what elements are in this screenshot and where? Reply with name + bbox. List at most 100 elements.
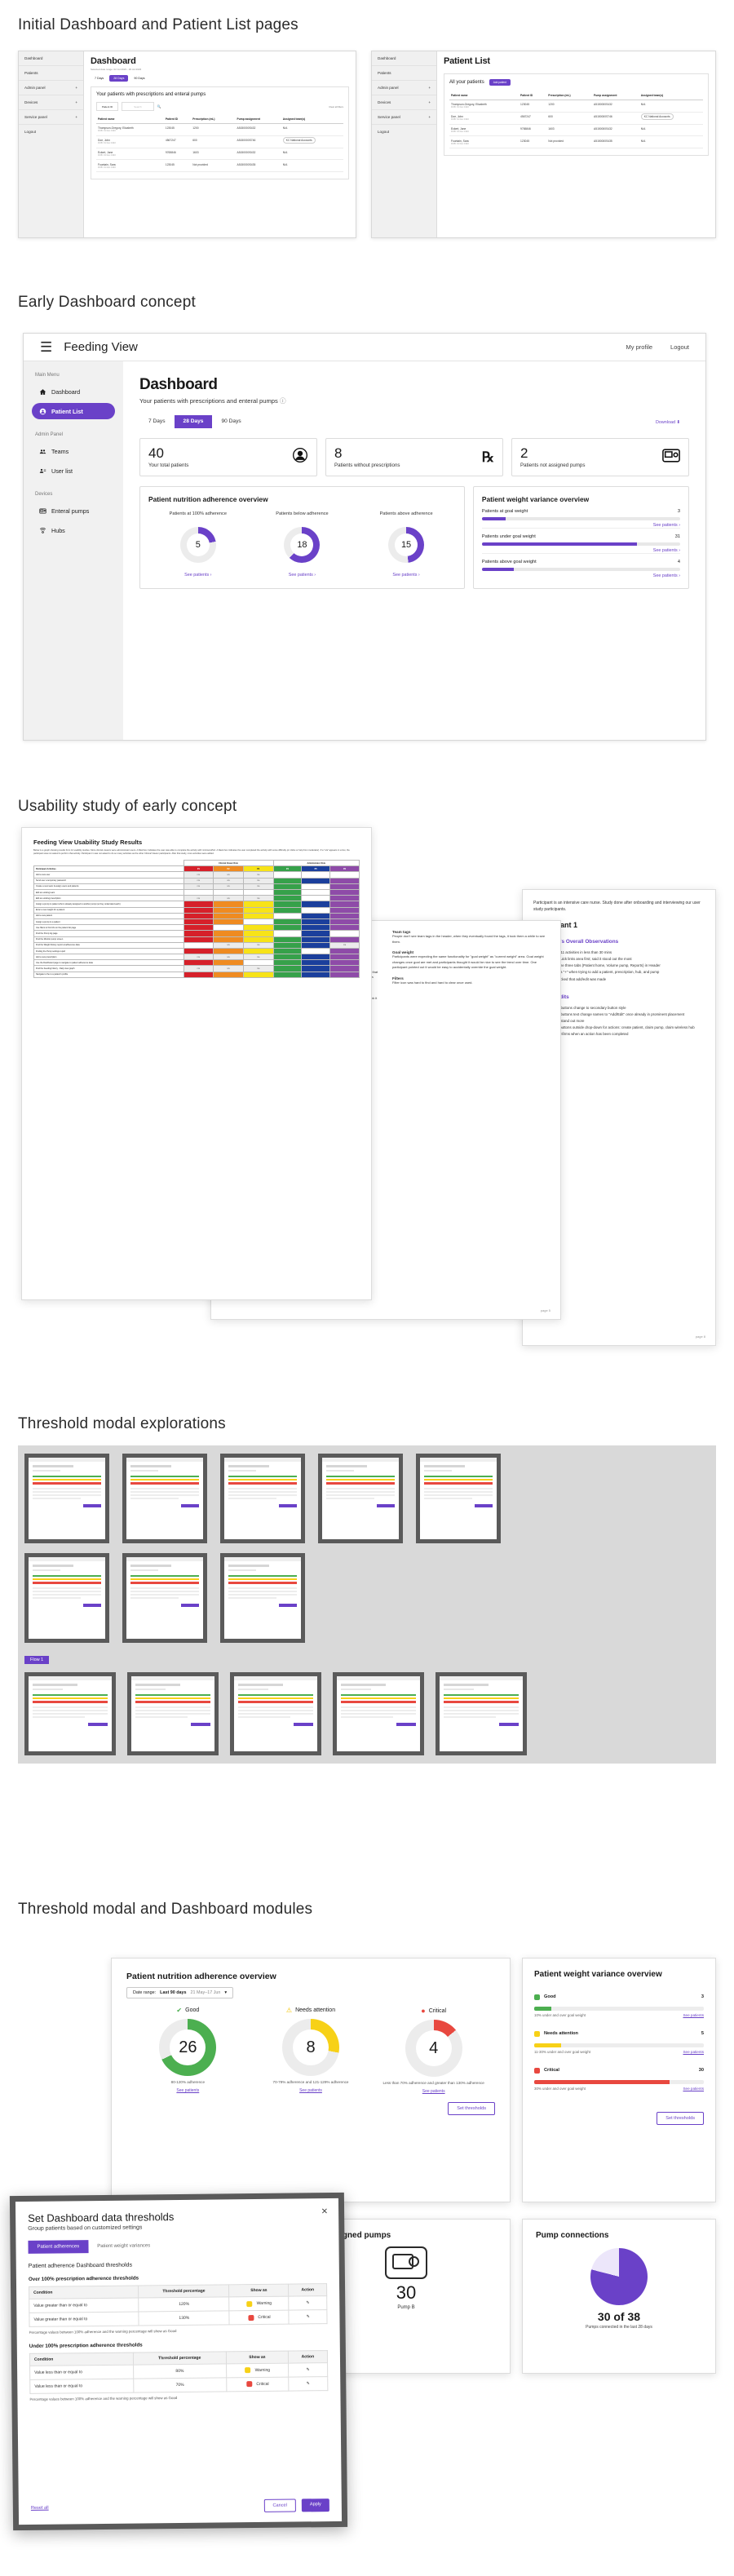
see-patients-link[interactable]: See patients › <box>653 523 680 528</box>
sidebar-item-patients[interactable]: Patients <box>372 66 436 81</box>
download-button[interactable]: Download ⬇ <box>647 415 689 428</box>
table-row[interactable]: Thompson-Gregory, Elizabeth DOB: 01 Dec 1… <box>96 123 343 136</box>
close-icon[interactable]: ✕ <box>321 2207 329 2216</box>
threshold-thumbnail-5[interactable] <box>416 1454 501 1543</box>
sidebar-item-label: Devices <box>24 100 38 104</box>
table-row[interactable]: Doe, John DOB: 01 Dec 1940 4567247 600 A5… <box>449 112 703 125</box>
table-row[interactable]: Doe, John DOB: 01 Dec 1940 4567247 600 A5… <box>96 135 343 148</box>
sidebar-item-devices[interactable]: Devices + <box>372 95 436 110</box>
see-patients-link[interactable]: See patients <box>126 2088 250 2093</box>
date-segment-control[interactable]: 7 Days 28 Days 90 Days Download ⬇ <box>139 415 689 428</box>
sidebar-item-teams[interactable]: Teams <box>32 443 115 459</box>
clear-filters-link[interactable]: Clear all filters <box>329 105 343 108</box>
threshold-thumbnail-3[interactable] <box>220 1454 305 1543</box>
flow-thumbnail-2[interactable] <box>127 1672 219 1755</box>
threshold-thumbnail-8[interactable] <box>220 1553 305 1643</box>
col-pump-assignment[interactable]: Pump assignment <box>235 115 281 124</box>
date-segment-control[interactable]: 7 Days 28 Days 90 Days <box>91 75 349 82</box>
col-patient-id[interactable]: Patient ID <box>163 115 192 124</box>
threshold-thumbnail-6[interactable] <box>24 1553 109 1643</box>
col-prescription[interactable]: Prescription (mL) <box>191 115 236 124</box>
segment-90-days[interactable]: 90 Days <box>130 75 148 82</box>
sidebar-item-enteral-pumps[interactable]: Enteral pumps <box>32 502 115 519</box>
logout-link[interactable]: Logout <box>670 343 689 351</box>
col-assigned-teams[interactable]: Assigned team(s) <box>639 91 703 100</box>
threshold-thumbnail-4[interactable] <box>318 1454 403 1543</box>
threshold-thumbnail-7[interactable] <box>122 1553 207 1643</box>
set-thresholds-button[interactable]: Set thresholds <box>448 2101 495 2115</box>
pencil-icon[interactable]: ✎ <box>288 2362 328 2377</box>
heatmap-cell <box>213 947 244 955</box>
sidebar-item-hubs[interactable]: Hubs <box>32 522 115 538</box>
segment-7-days[interactable]: 7 Days <box>139 415 175 428</box>
see-patients-link[interactable]: See patients › <box>653 573 680 578</box>
col-assigned-teams[interactable]: Assigned team(s) <box>281 115 343 124</box>
table-row[interactable]: Eckert, Jane DOB: 01 Dec 1940 9765846 160… <box>96 148 343 161</box>
see-patients-link[interactable]: See patients <box>683 2050 704 2054</box>
search-input[interactable]: Search <box>122 102 154 111</box>
pencil-icon[interactable]: ✎ <box>288 2376 328 2391</box>
tab-patient-adherences[interactable]: Patient adherences <box>28 2240 89 2254</box>
segment-7-days[interactable]: 7 Days <box>91 75 108 82</box>
apply-button[interactable]: Apply <box>301 2499 329 2512</box>
row-caption: 30% under and over goal weight <box>534 2086 586 2091</box>
sidebar-item-admin-panel[interactable]: Admin panel + <box>19 81 83 95</box>
flow-thumbnail-3[interactable] <box>230 1672 321 1755</box>
sidebar-item-patient-list[interactable]: Patient List <box>32 403 115 419</box>
col-prescription[interactable]: Prescription (mL) <box>546 91 593 100</box>
add-patient-button[interactable]: Add patient <box>489 79 511 86</box>
sidebar-item-service-panel[interactable]: Service panel + <box>19 110 83 125</box>
sidebar-item-dashboard[interactable]: Dashboard <box>19 51 83 66</box>
my-profile-link[interactable]: My profile <box>626 343 653 351</box>
segment-28-days[interactable]: 28 Days <box>109 75 129 82</box>
see-patients-link[interactable]: See patients <box>683 2087 704 2091</box>
cell-name: Doe, John DOB: 01 Dec 1940 <box>449 112 520 125</box>
date-range-select[interactable]: Date range: Last 90 days 21 May–17 Jun ▾ <box>126 1987 234 1998</box>
pencil-icon[interactable]: ✎ <box>289 2295 327 2311</box>
see-patients-link[interactable]: See patients › <box>289 573 316 578</box>
table-row[interactable]: Eckert, Jane DOB: 01 Dec 1940 9765846 160… <box>449 124 703 137</box>
sidebar-item-service-panel[interactable]: Service panel + <box>372 110 436 125</box>
sidebar-item-devices[interactable]: Devices + <box>19 95 83 110</box>
sidebar-item-logout[interactable]: Logout <box>372 125 436 139</box>
filter-select[interactable]: Patient ID <box>96 102 119 111</box>
heatmap-cell: n/a <box>213 871 244 879</box>
sidebar-item-dashboard[interactable]: Dashboard <box>372 51 436 66</box>
segment-28-days[interactable]: 28 Days <box>174 415 213 428</box>
see-patients-link[interactable]: See patients <box>683 2013 704 2017</box>
segment-90-days[interactable]: 90 Days <box>212 415 250 428</box>
see-patients-link[interactable]: See patients <box>250 2088 373 2093</box>
flow-thumbnail-4[interactable] <box>333 1672 424 1755</box>
sidebar-item-patients[interactable]: Patients <box>19 66 83 81</box>
sidebar-item-user-list[interactable]: User list <box>32 463 115 479</box>
table-row[interactable]: Fountain, Sara DOB: 01 Dec 1940 123045 No… <box>96 159 343 173</box>
col-patient-id[interactable]: Patient ID <box>519 91 547 100</box>
sidebar-item-dashboard[interactable]: Dashboard <box>32 383 115 400</box>
see-patients-link[interactable]: See patients › <box>184 573 211 578</box>
threshold-thumbnail-2[interactable] <box>122 1454 207 1543</box>
flow-thumbnail-1[interactable] <box>24 1672 116 1755</box>
col-patient-name[interactable]: Patient name <box>449 91 520 100</box>
hamburger-menu-icon[interactable]: ☰ <box>40 340 52 354</box>
col-patient-name[interactable]: Patient name <box>96 115 164 124</box>
threshold-thumbnail-1[interactable] <box>24 1454 109 1543</box>
tab-patient-weight-variances[interactable]: Patient weight variances <box>88 2239 159 2253</box>
pencil-icon[interactable]: ✎ <box>289 2309 328 2325</box>
sidebar-item-admin-panel[interactable]: Admin panel + <box>372 81 436 95</box>
col-pump-assignment[interactable]: Pump assignment <box>592 91 639 100</box>
table-row[interactable]: Fountain, Sara DOB: 01 Dec 1940 123045 No… <box>449 135 703 149</box>
see-patients-link[interactable]: See patients <box>372 2089 495 2094</box>
search-icon[interactable]: 🔍 <box>157 104 161 108</box>
cancel-button[interactable]: Cancel <box>263 2499 296 2512</box>
flow-thumbnail-5[interactable] <box>436 1672 527 1755</box>
col-p1: P1 <box>183 865 214 873</box>
table-row[interactable]: Thompson-Gregory, Elizabeth DOB: 01 Dec 1… <box>449 100 703 113</box>
set-thresholds-button[interactable]: Set thresholds <box>657 2111 704 2125</box>
info-icon[interactable]: ⓘ <box>280 397 286 405</box>
reset-all-link[interactable]: Reset all <box>31 2506 49 2511</box>
see-patients-link[interactable]: See patients › <box>653 548 680 553</box>
chevron-down-icon[interactable]: ▾ <box>224 1990 227 1995</box>
sidebar-item-logout[interactable]: Logout <box>19 125 83 139</box>
see-patients-link[interactable]: See patients › <box>392 573 419 578</box>
cell-name: Eckert, Jane DOB: 01 Dec 1940 <box>449 124 520 137</box>
